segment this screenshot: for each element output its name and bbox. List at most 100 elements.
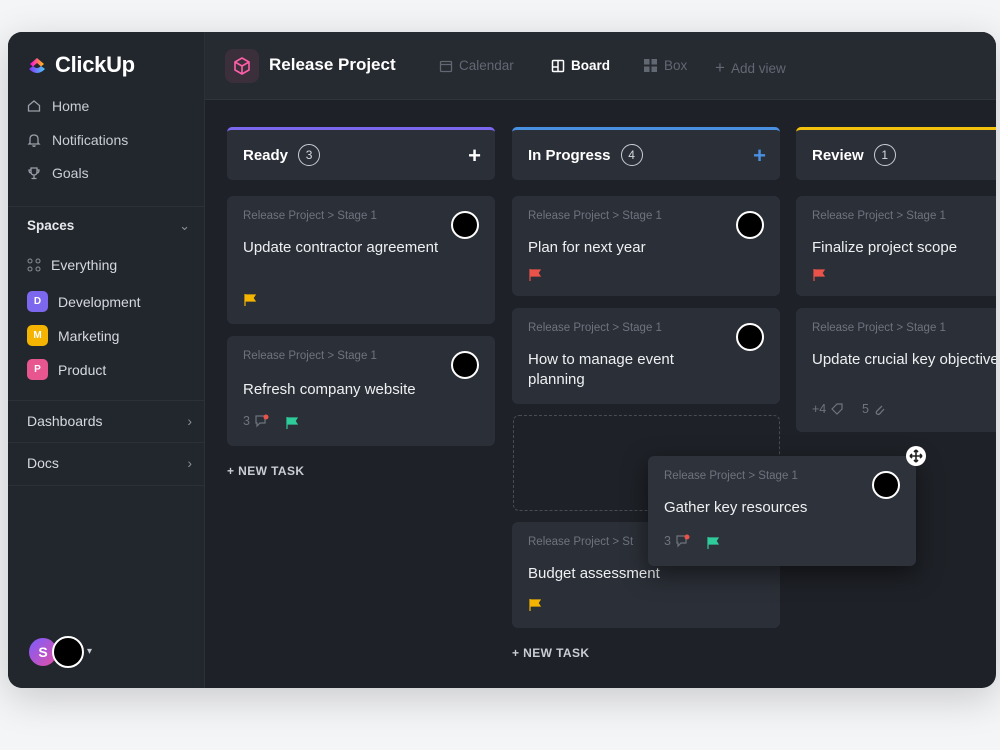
space-badge-development: D — [27, 291, 48, 312]
chevron-right-icon: › — [187, 413, 192, 429]
new-task-button[interactable]: + NEW TASK — [512, 646, 589, 660]
task-card[interactable]: Release Project > Stage 1 Finalize proje… — [796, 196, 996, 296]
view-tab-box[interactable]: Box — [643, 58, 687, 73]
task-breadcrumb: Release Project > Stage 1 — [812, 210, 946, 222]
board-icon — [551, 59, 565, 72]
dashboards-link[interactable]: Dashboards › — [27, 413, 192, 429]
brand-logo[interactable]: ClickUp — [26, 52, 135, 78]
nav-home[interactable]: Home — [26, 98, 89, 114]
task-card[interactable]: Release Project > Stage 1 Update crucial… — [796, 308, 996, 432]
flag-icon[interactable] — [528, 598, 542, 612]
view-tab-board[interactable]: Board — [551, 58, 610, 73]
nav-home-label: Home — [52, 98, 90, 114]
space-development[interactable]: D Development — [27, 291, 141, 312]
home-icon — [27, 100, 41, 112]
plus-icon: + — [715, 58, 725, 77]
flag-icon[interactable] — [243, 293, 257, 307]
view-tab-box-label: Box — [664, 58, 688, 73]
box-grid-icon — [644, 59, 657, 72]
caret-down-icon[interactable]: ▾ — [87, 646, 92, 657]
chevron-right-icon: › — [187, 455, 192, 471]
project-cube-icon — [225, 49, 259, 83]
task-title: Plan for next year — [528, 239, 646, 256]
view-tab-board-label: Board — [571, 58, 611, 73]
view-tab-calendar-label: Calendar — [459, 58, 514, 73]
column-title: Ready — [243, 146, 289, 164]
assignee-avatar[interactable] — [451, 211, 479, 239]
comment-count[interactable]: 3 — [664, 534, 690, 548]
bell-icon — [27, 134, 41, 147]
task-breadcrumb: Release Project > Stage 1 — [243, 210, 377, 222]
app-window: ClickUp Home Notifications Goals Spaces … — [8, 32, 996, 688]
task-title: Gather key resources — [664, 499, 808, 516]
sidebar: ClickUp Home Notifications Goals Spaces … — [8, 32, 205, 688]
sidebar-divider — [8, 442, 205, 443]
space-product-label: Product — [58, 361, 107, 378]
space-everything[interactable]: Everything — [27, 257, 117, 273]
column-header-ready: Ready 3 + — [227, 127, 495, 180]
task-card[interactable]: Release Project > Stage 1 Refresh compan… — [227, 336, 495, 446]
task-card[interactable]: Release Project > Stage 1 Update contrac… — [227, 196, 495, 324]
space-marketing[interactable]: M Marketing — [27, 325, 119, 346]
task-breadcrumb: Release Project > Stage 1 — [812, 322, 946, 334]
flag-icon[interactable] — [528, 268, 542, 282]
assignee-avatar[interactable] — [451, 351, 479, 379]
tag-icon — [831, 403, 843, 415]
space-product[interactable]: P Product — [27, 359, 106, 380]
add-task-plus-icon[interactable]: + — [468, 143, 481, 169]
user-avatar-photo[interactable] — [52, 636, 84, 668]
column-count: 4 — [620, 144, 643, 166]
project-title: Release Project — [269, 55, 396, 74]
dragging-task-card[interactable]: Release Project > Stage 1 Gather key res… — [648, 456, 916, 566]
attachment-count-value: 5 — [862, 402, 869, 416]
nav-notifications[interactable]: Notifications — [26, 132, 128, 148]
nav-goals[interactable]: Goals — [26, 165, 89, 181]
task-breadcrumb: Release Project > Stage 1 — [528, 322, 662, 334]
assignee-avatar[interactable] — [872, 471, 900, 499]
task-title: How to manage event planning — [528, 351, 674, 388]
flag-icon[interactable] — [285, 416, 299, 430]
task-title: Budget assessment — [528, 565, 660, 582]
assignee-avatar[interactable] — [736, 211, 764, 239]
spaces-heading[interactable]: Spaces — [27, 218, 74, 233]
column-header-in-progress: In Progress 4 + — [512, 127, 780, 180]
attachment-count[interactable]: 5 — [862, 402, 885, 416]
task-breadcrumb: Release Project > Stage 1 — [243, 350, 377, 362]
task-title: Refresh company website — [243, 381, 416, 398]
task-card[interactable]: Release Project > Stage 1 How to manage … — [512, 308, 780, 404]
comment-icon — [255, 414, 269, 428]
assignee-avatar[interactable] — [736, 323, 764, 351]
spaces-collapse-icon[interactable]: ⌄ — [179, 218, 190, 234]
comment-count[interactable]: 3 — [243, 414, 269, 428]
comment-count-value: 3 — [664, 534, 671, 548]
task-breadcrumb: Release Project > Stage 1 — [664, 470, 798, 482]
move-cursor-icon — [906, 446, 926, 466]
add-task-plus-icon[interactable]: + — [753, 143, 766, 169]
sidebar-divider — [8, 400, 205, 401]
add-view-button[interactable]: + Add view — [715, 58, 786, 78]
flag-icon[interactable] — [812, 268, 826, 282]
topbar: Release Project Calendar Board Box + Add… — [205, 32, 996, 100]
column-count: 1 — [873, 144, 896, 166]
paperclip-icon — [875, 405, 885, 416]
nav-notifications-label: Notifications — [52, 132, 129, 148]
docs-label: Docs — [27, 455, 59, 471]
tag-count[interactable]: +4 — [812, 402, 844, 416]
grid-dots-icon — [27, 258, 41, 272]
view-tab-calendar[interactable]: Calendar — [439, 58, 514, 73]
new-task-button[interactable]: + NEW TASK — [227, 464, 304, 478]
flag-icon[interactable] — [706, 536, 720, 550]
add-view-label: Add view — [730, 60, 786, 76]
column-count: 3 — [298, 144, 321, 166]
dashboards-label: Dashboards — [27, 413, 103, 429]
column-title: Review — [812, 146, 864, 164]
task-card[interactable]: Release Project > Stage 1 Plan for next … — [512, 196, 780, 296]
task-breadcrumb: Release Project > Stage 1 — [528, 210, 662, 222]
comment-count-value: 3 — [243, 414, 250, 428]
task-title: Finalize project scope — [812, 239, 958, 256]
docs-link[interactable]: Docs › — [27, 455, 192, 471]
task-title: Update contractor agreement — [243, 239, 439, 256]
space-everything-label: Everything — [51, 257, 118, 273]
calendar-icon — [439, 60, 453, 72]
space-badge-product: P — [27, 359, 48, 380]
